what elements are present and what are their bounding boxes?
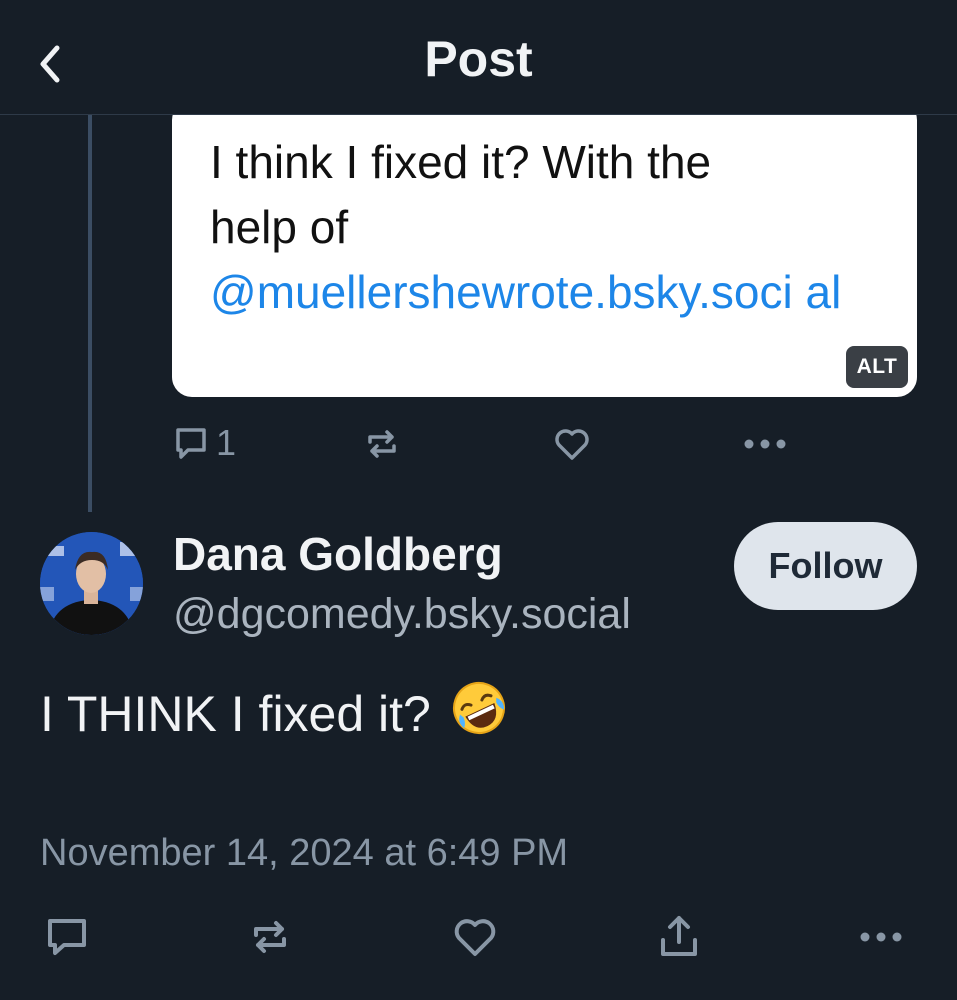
- heart-icon: [555, 429, 589, 460]
- repost-button[interactable]: [362, 424, 402, 464]
- page-title: Post: [424, 31, 533, 87]
- more-options-button[interactable]: [858, 925, 904, 949]
- author-name[interactable]: Dana Goldberg: [173, 527, 503, 581]
- repost-icon: [254, 921, 286, 953]
- reply-button[interactable]: 1: [172, 422, 236, 464]
- top-bar: Post: [0, 0, 957, 115]
- share-button[interactable]: [656, 912, 702, 960]
- heart-icon: [454, 919, 496, 956]
- reply-button[interactable]: [44, 914, 90, 960]
- ellipsis-icon: [860, 932, 902, 942]
- repost-button[interactable]: [247, 914, 293, 960]
- comment-icon: [176, 428, 206, 459]
- follow-button[interactable]: Follow: [734, 522, 917, 610]
- thread-connector-line: [88, 115, 92, 512]
- avatar-image: [40, 532, 143, 635]
- alt-badge[interactable]: ALT: [846, 346, 908, 388]
- avatar[interactable]: [40, 532, 143, 635]
- image-text-line: help of: [210, 201, 349, 253]
- share-icon: [661, 916, 697, 956]
- reply-count: 1: [216, 422, 237, 463]
- post-timestamp: November 14, 2024 at 6:49 PM: [40, 832, 569, 874]
- image-mention: @muellershewrote.bsky.soci al: [210, 266, 842, 318]
- like-button[interactable]: [552, 424, 592, 464]
- like-button[interactable]: [451, 914, 499, 960]
- rolling-on-floor-laughing-emoji: [451, 680, 507, 748]
- comment-icon: [48, 919, 86, 955]
- repost-icon: [368, 430, 396, 458]
- more-options-button[interactable]: [742, 432, 788, 456]
- author-handle[interactable]: @dgcomedy.bsky.social: [173, 590, 631, 639]
- post-body: I THINK I fixed it?: [40, 680, 507, 748]
- image-text-line: I think I fixed it? With the: [210, 136, 712, 188]
- image-text: I think I fixed it? With the help of @mu…: [210, 130, 890, 325]
- ellipsis-icon: [744, 439, 786, 449]
- post-image[interactable]: I think I fixed it? With the help of @mu…: [172, 100, 917, 397]
- post-text: I THINK I fixed it?: [40, 686, 431, 742]
